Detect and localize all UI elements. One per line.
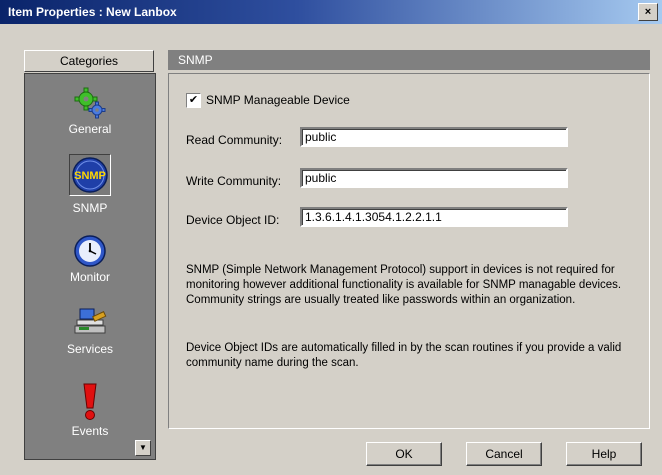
gears-icon: [74, 87, 106, 119]
snmp-icon: SNMP: [72, 157, 108, 193]
exclamation-icon: [83, 383, 97, 420]
clock-icon: [74, 235, 106, 267]
categories-panel: General SNMP SNMP Monitor Services Event…: [24, 73, 156, 460]
write-community-label: Write Community:: [186, 174, 282, 188]
category-label: SNMP: [72, 201, 108, 215]
scroll-down-button[interactable]: ▼: [135, 440, 151, 456]
category-label: Services: [66, 342, 113, 356]
category-services[interactable]: Services: [25, 306, 155, 356]
category-monitor[interactable]: Monitor: [25, 234, 155, 284]
category-snmp[interactable]: SNMP SNMP: [25, 154, 155, 215]
section-header: SNMP: [168, 50, 650, 70]
write-community-input[interactable]: [300, 168, 568, 188]
snmp-description: SNMP (Simple Network Management Protocol…: [186, 264, 622, 306]
device-object-id-input[interactable]: [300, 207, 568, 227]
snmp-manageable-checkbox[interactable]: ✔: [186, 93, 201, 108]
read-community-label: Read Community:: [186, 133, 283, 147]
close-icon[interactable]: ×: [638, 3, 658, 21]
window-title: Item Properties : New Lanbox: [8, 5, 177, 19]
device-id-description: Device Object IDs are automatically fill…: [186, 342, 622, 369]
snmp-icon-text: SNMP: [74, 170, 106, 182]
title-bar: Item Properties : New Lanbox ×: [0, 0, 662, 24]
category-events[interactable]: Events: [25, 382, 155, 438]
category-label: Events: [71, 424, 109, 438]
device-object-id-label: Device Object ID:: [186, 213, 280, 227]
ok-button[interactable]: OK: [366, 442, 442, 466]
category-label: Monitor: [69, 270, 110, 284]
cancel-button[interactable]: Cancel: [466, 442, 542, 466]
snmp-manageable-label: SNMP Manageable Device: [206, 93, 350, 107]
help-button[interactable]: Help: [566, 442, 642, 466]
categories-header: Categories: [24, 50, 154, 72]
category-general[interactable]: General: [25, 86, 155, 136]
services-icon: [74, 308, 107, 334]
category-label: General: [68, 122, 112, 136]
read-community-input[interactable]: [300, 127, 568, 147]
